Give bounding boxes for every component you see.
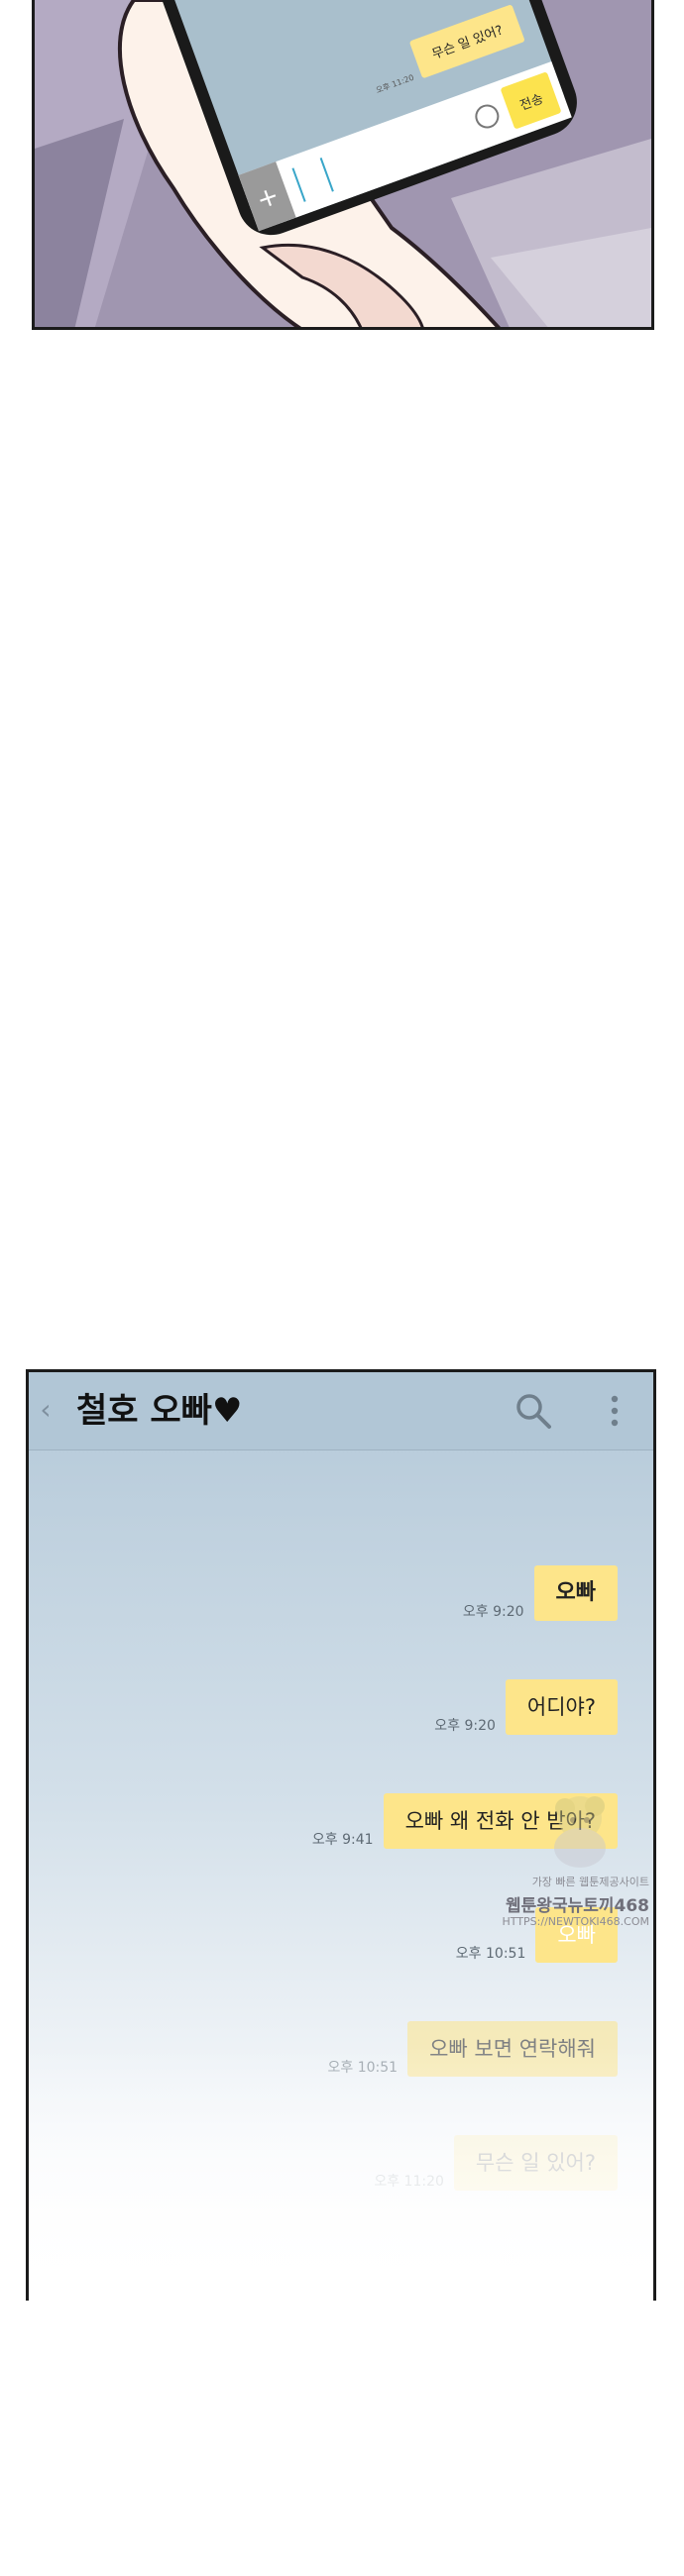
chat-title: 철호 오빠♥: [76, 1391, 243, 1431]
vertical-dots-icon: [611, 1395, 619, 1427]
mascot-logo: [554, 1796, 606, 1868]
message-row: 오후 9:20 어디야?: [434, 1679, 618, 1735]
message-row: 오후 10:51 오빠 보면 연락해줘: [328, 2021, 618, 2077]
message-time: 오후 10:51: [327, 2060, 399, 2076]
message-row: 오후 11:20 무슨 일 있어?: [374, 2135, 618, 2191]
chat-header: ‹ 철호 오빠♥: [29, 1372, 653, 1450]
message-row: 오후 9:20 오빠: [463, 1565, 618, 1621]
message-bubble[interactable]: 어디야?: [505, 1679, 618, 1735]
watermark-line-2: 웹툰왕국뉴토끼468: [506, 1896, 649, 1916]
chevron-left-icon: ‹: [40, 1393, 52, 1426]
site-watermark: 가장 빠른 웹툰제공사이트 웹툰왕국뉴토끼468 HTTPS://NEWTOKI…: [501, 1778, 649, 1957]
message-time: 오후 11:20: [374, 2174, 444, 2190]
message-time: 오후 9:20: [462, 1604, 524, 1620]
search-button[interactable]: [513, 1390, 554, 1432]
back-button[interactable]: ‹: [33, 1390, 58, 1430]
message-time: 오후 9:20: [434, 1718, 496, 1734]
watermark-line-3: HTTPS://NEWTOKI468.COM: [502, 1915, 649, 1928]
phone-in-hand-illustration: + 전송 무슨 일 있어? 오후 11:20: [35, 0, 651, 327]
message-bubble[interactable]: 오빠 보면 연락해줘: [407, 2021, 618, 2077]
message-time: 오후 9:41: [311, 1832, 374, 1848]
message-bubble[interactable]: 오빠: [533, 1565, 618, 1621]
search-icon: [516, 1394, 551, 1429]
menu-button[interactable]: [604, 1390, 626, 1432]
watermark-line-1: 가장 빠른 웹툰제공사이트: [531, 1876, 649, 1888]
message-bubble[interactable]: 무슨 일 있어?: [453, 2135, 618, 2191]
comic-panel-phone-in-hand: + 전송 무슨 일 있어? 오후 11:20: [32, 0, 654, 330]
